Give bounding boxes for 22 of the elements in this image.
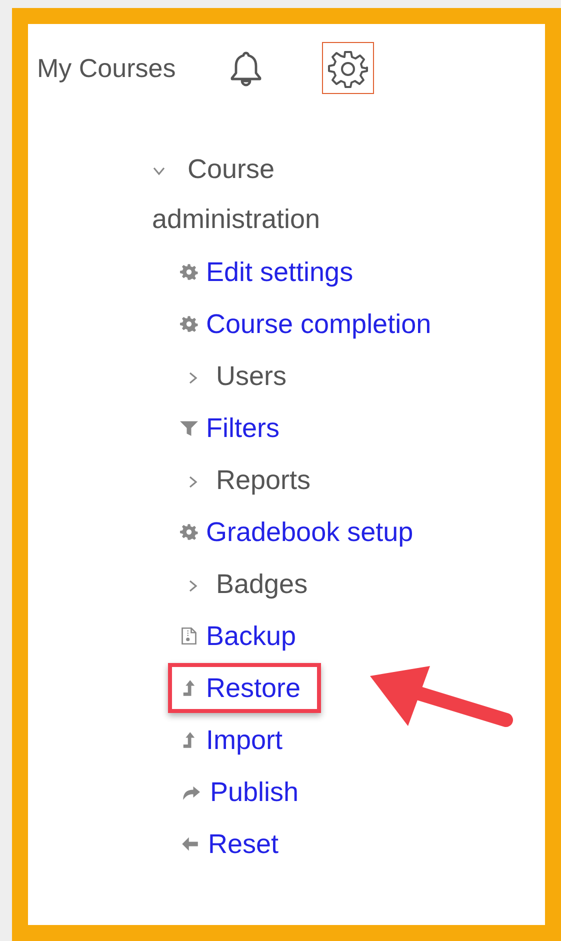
gear-icon — [180, 314, 198, 333]
menu-link[interactable]: Backup — [180, 621, 296, 651]
back-arrow-icon — [180, 834, 200, 853]
menu-link[interactable]: Gradebook setup — [180, 517, 414, 547]
menu-link[interactable]: Import — [180, 725, 283, 755]
menu-link[interactable]: Publish — [180, 777, 299, 807]
menu-link[interactable]: Course completion — [180, 309, 432, 339]
course-administration-node[interactable]: Course administration — [152, 144, 432, 244]
menu-link[interactable]: Edit settings — [180, 257, 354, 287]
menu-branch[interactable]: Reports — [180, 465, 311, 495]
settings-icon — [328, 48, 368, 88]
menu-link[interactable]: Reset — [180, 829, 279, 859]
menu-branch[interactable]: Users — [180, 361, 287, 391]
gear-icon — [180, 262, 198, 281]
my-courses-link[interactable]: My Courses — [37, 52, 176, 84]
menu-branch[interactable]: Badges — [180, 569, 308, 599]
gear-icon — [180, 522, 198, 541]
file-icon — [180, 626, 198, 646]
settings-button[interactable] — [322, 42, 374, 94]
filter-icon — [180, 418, 198, 437]
menu-link[interactable]: Restore — [180, 673, 301, 703]
menu-link[interactable]: Filters — [180, 413, 280, 443]
